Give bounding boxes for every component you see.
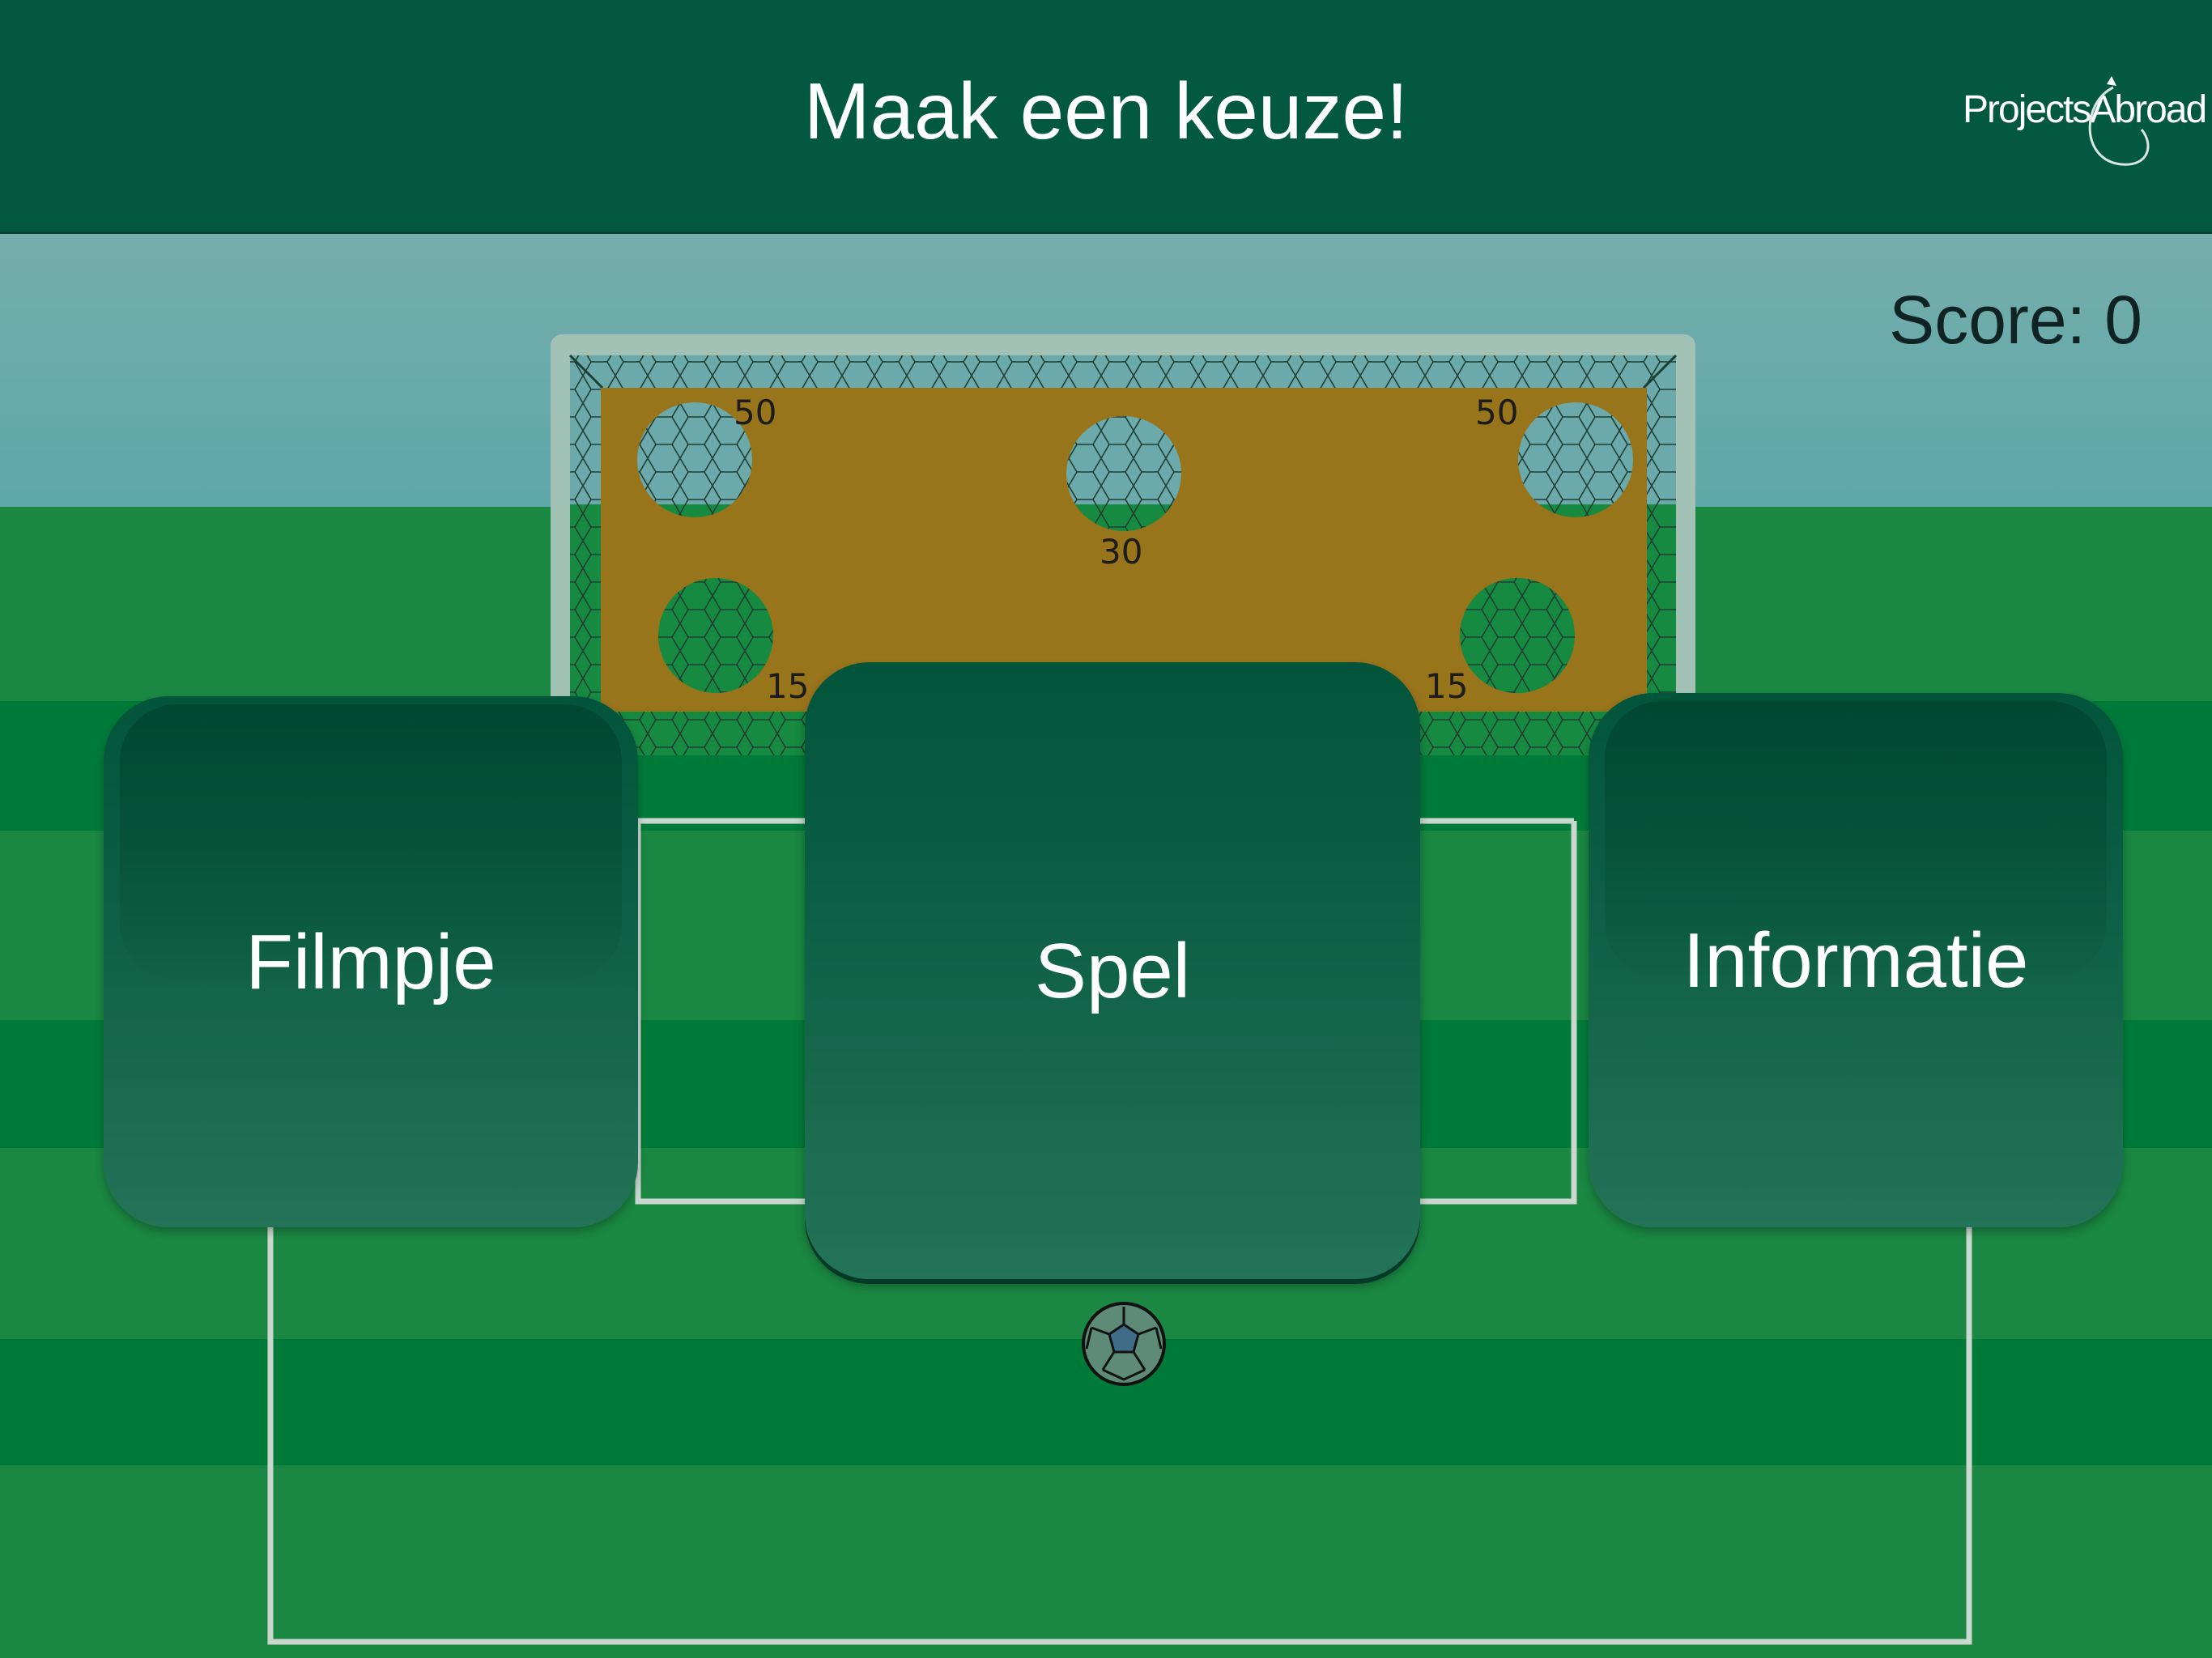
target-points-center: 30 (1100, 532, 1143, 572)
spel-button[interactable]: Spel (805, 662, 1420, 1279)
target-points-top-left: 50 (734, 393, 777, 432)
target-points-bottom-right: 15 (1425, 666, 1469, 706)
page-title: Maak een keuze! (803, 66, 1409, 155)
filmpje-button[interactable]: Filmpje (104, 696, 638, 1227)
spel-label: Spel (1034, 928, 1191, 1014)
target-points-bottom-left: 15 (766, 666, 810, 706)
informatie-label: Informatie (1682, 917, 2029, 1004)
filmpje-label: Filmpje (245, 919, 496, 1005)
score-display: Score: 0 (1889, 282, 2142, 358)
header-bar: Maak een keuze! ProjectsAbroad (0, 0, 2212, 232)
informatie-button[interactable]: Informatie (1589, 693, 2123, 1227)
soccer-ball-icon[interactable] (1078, 1300, 1169, 1391)
logo-swoosh-icon (2088, 76, 2150, 166)
projects-abroad-logo: ProjectsAbroad (1959, 71, 2207, 176)
target-points-top-right: 50 (1475, 393, 1519, 432)
